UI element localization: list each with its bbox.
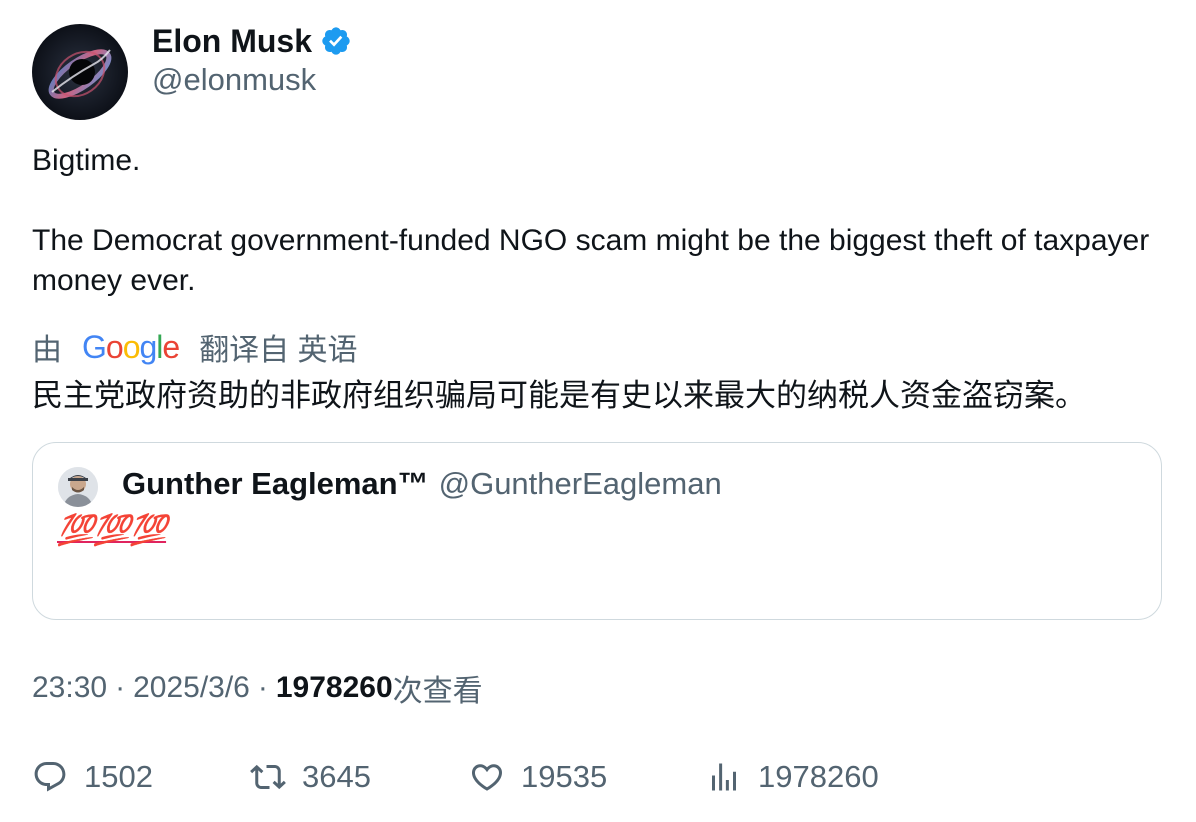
google-letter: G bbox=[82, 328, 107, 365]
views-count: 1978260 bbox=[275, 671, 393, 704]
separator: · bbox=[257, 671, 268, 704]
quoted-author-avatar[interactable] bbox=[58, 467, 98, 507]
verified-badge-icon[interactable] bbox=[320, 25, 352, 57]
quoted-tweet-card[interactable]: Gunther Eagleman™ @GuntherEagleman 💯💯💯 bbox=[32, 442, 1162, 620]
person-avatar-image bbox=[58, 467, 98, 507]
tweet-date[interactable]: 2025/3/6 bbox=[133, 671, 250, 705]
views-action-count: 1978260 bbox=[758, 759, 879, 794]
repost-count: 3645 bbox=[302, 759, 371, 794]
quoted-tweet-text: 💯💯💯 bbox=[57, 514, 167, 547]
quoted-author-handle[interactable]: @GuntherEagleman bbox=[439, 466, 722, 502]
tweet-time[interactable]: 23:30 bbox=[32, 671, 107, 705]
repost-icon bbox=[250, 764, 286, 790]
google-letter: e bbox=[162, 328, 180, 365]
google-letter: o bbox=[122, 328, 141, 365]
tweet-text-line-2: The Democrat government-funded NGO scam … bbox=[32, 224, 1158, 297]
repost-button[interactable]: 3645 bbox=[250, 752, 371, 802]
quoted-author-name[interactable]: Gunther Eagleman™ bbox=[122, 466, 429, 502]
translated-text: 民主党政府资助的非政府组织骗局可能是有史以来最大的纳税人资金盗窃案。 bbox=[32, 378, 1086, 413]
google-logo-icon: Google bbox=[82, 328, 180, 366]
separator: · bbox=[115, 671, 126, 704]
heart-icon bbox=[471, 764, 503, 791]
author-handle[interactable]: @elonmusk bbox=[152, 62, 316, 98]
reply-count: 1502 bbox=[84, 759, 153, 794]
author-display-name[interactable]: Elon Musk bbox=[152, 23, 312, 60]
author-avatar[interactable] bbox=[32, 24, 128, 120]
black-hole-avatar-image bbox=[32, 24, 128, 120]
quoted-tweet-header: Gunther Eagleman™ @GuntherEagleman bbox=[122, 463, 722, 505]
tweet-text-line-1: Bigtime. bbox=[32, 144, 141, 177]
views-label: 次查看 bbox=[392, 675, 483, 708]
like-button[interactable]: 19535 bbox=[469, 752, 607, 802]
action-bar: 1502 3645 19535 1978260 bbox=[32, 752, 1162, 802]
google-letter: o bbox=[105, 328, 124, 365]
reply-button[interactable]: 1502 bbox=[32, 752, 153, 802]
tweet-detail: Elon Musk @elonmusk Bigtime. The Democra… bbox=[0, 0, 1196, 822]
translation-prefix: 由 bbox=[32, 334, 62, 367]
google-letter: g bbox=[139, 328, 157, 365]
tweet-meta: 23:30 · 2025/3/6 · 1978260 次查看 bbox=[32, 667, 483, 709]
author-name-row: Elon Musk bbox=[152, 20, 352, 62]
like-count: 19535 bbox=[521, 759, 608, 794]
bar-chart-icon bbox=[712, 763, 736, 791]
translation-attribution[interactable]: 由 Google 翻译自 英语 bbox=[32, 326, 358, 368]
translation-suffix: 翻译自 英语 bbox=[199, 334, 358, 367]
views-button[interactable]: 1978260 bbox=[706, 752, 879, 802]
reply-icon bbox=[34, 762, 66, 792]
